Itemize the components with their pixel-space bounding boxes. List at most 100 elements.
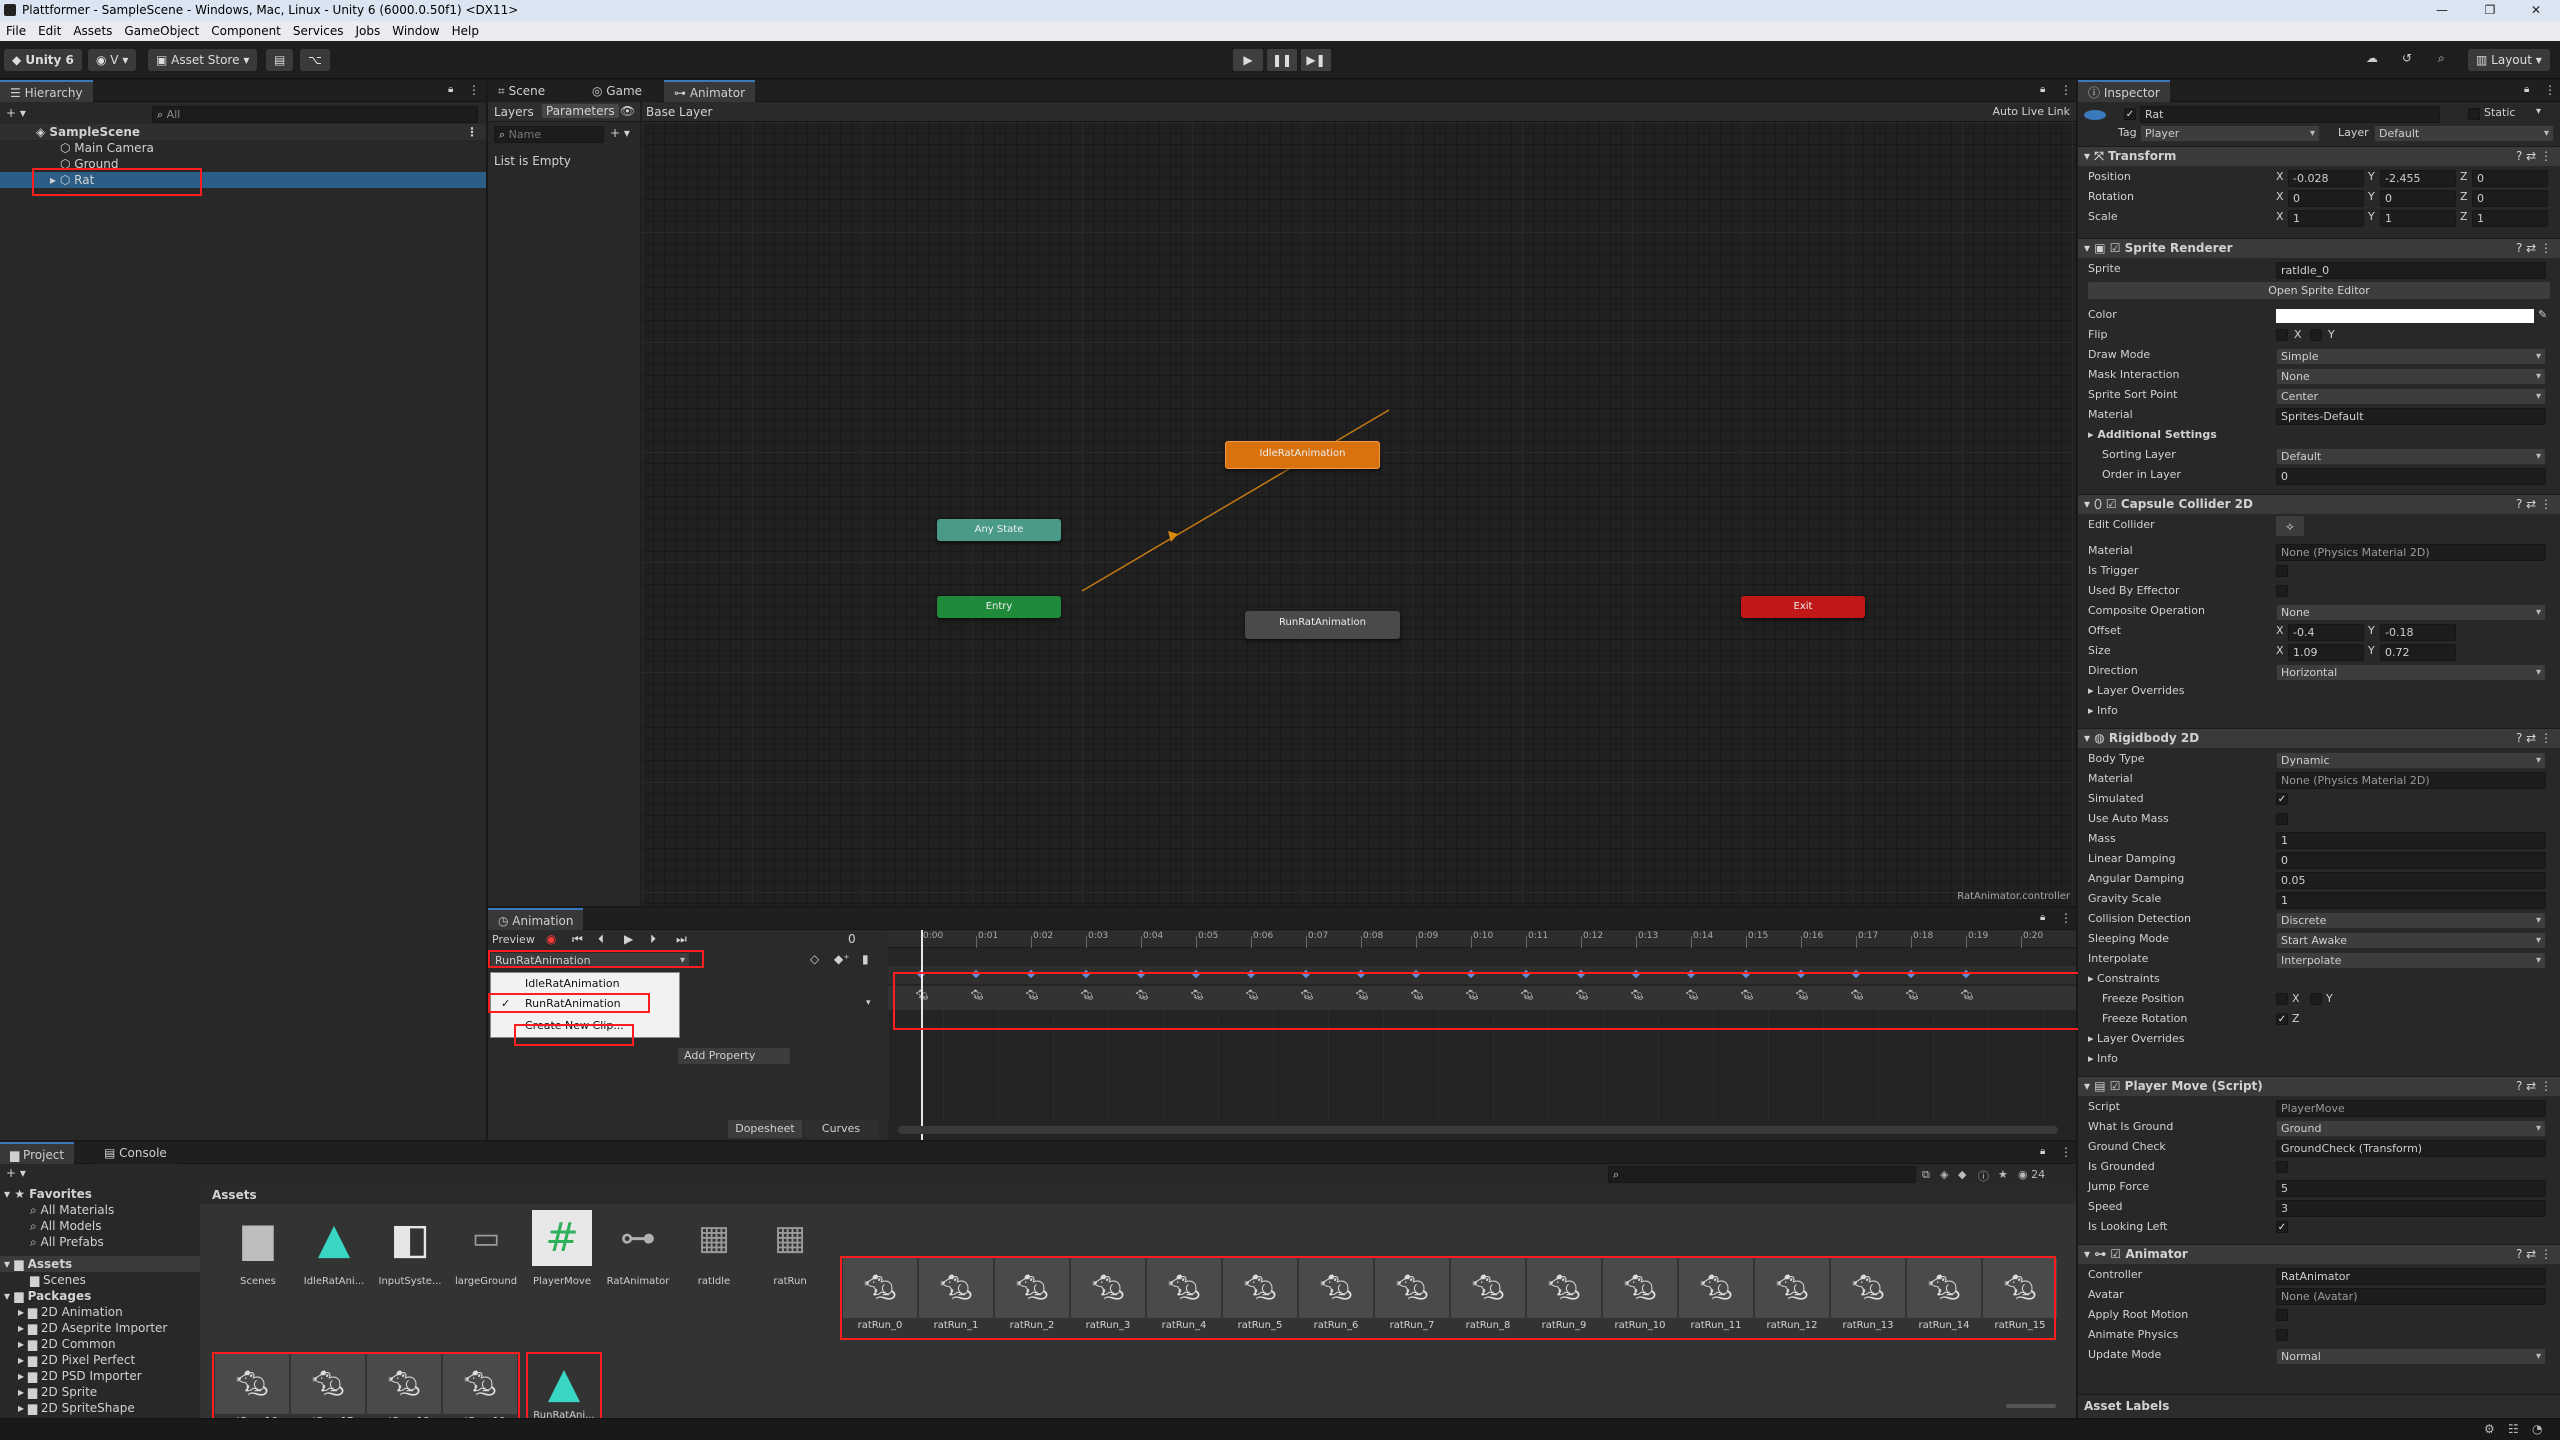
vector-field[interactable]: -0.4 [2288,624,2364,641]
component-menu-icon[interactable]: ? ⇄ ⋮ [2516,495,2552,514]
property-field[interactable]: Simple [2276,348,2546,365]
property-field[interactable]: Ground [2276,1120,2546,1137]
lock-icon[interactable]: 🔒︎ [448,84,453,95]
asset-item[interactable]: ◧ InputSyste... [374,1210,446,1288]
timeline[interactable]: 0:00 0:01 0:02 0:03 0:04 0:05 0:06 0:07 0:08 0:09… [888,930,2076,1140]
vector-field[interactable]: 0 [2380,190,2456,207]
vector-field[interactable]: -2.455 [2380,170,2456,187]
property-checkbox[interactable] [2276,1329,2288,1341]
state-entry[interactable]: Entry [937,596,1061,618]
add-event-icon[interactable]: ◆⁺ [834,952,850,966]
vector-field[interactable]: -0.18 [2380,624,2456,641]
lock-icon[interactable]: 🔒︎ [2524,84,2529,95]
menu-window[interactable]: Window [386,21,445,41]
property-field[interactable]: Sprites-Default [2276,408,2546,425]
property-field[interactable]: 5 [2276,1180,2546,1197]
property-field[interactable]: Discrete [2276,912,2546,929]
favorites-header[interactable]: ▾ ★ Favorites [0,1186,200,1202]
foldout-row[interactable]: ▸ Additional Settings [2088,428,2217,441]
enabled-checkbox[interactable]: ☑ [2106,497,2121,511]
flip-x-checkbox[interactable] [2276,329,2288,341]
icon-size-slider[interactable] [2006,1404,2056,1408]
more-icon[interactable]: ⋮ [2544,83,2556,97]
property-field[interactable]: ratIdle_0 [2276,262,2546,279]
tab-curves[interactable]: Curves [804,1120,878,1138]
entry-to-idle-transition[interactable] [1081,409,1390,592]
package-item[interactable]: ▸ ▆ 2D Animation [0,1304,200,1320]
unity-account-button[interactable]: ◆ Unity 6 [4,49,82,71]
property-field[interactable]: 1 [2276,892,2546,909]
play-icon[interactable]: ▶ [624,932,633,946]
property-field[interactable]: 0 [2276,468,2546,485]
tab-animation[interactable]: ◷ Animation [488,908,584,930]
event-icon[interactable]: ▮ [862,952,869,966]
object-name-field[interactable]: Rat [2140,106,2440,123]
add-parameter-button[interactable]: + ▾ [610,126,630,140]
tab-animator[interactable]: ⊶ Animator [664,80,755,102]
static-checkbox[interactable] [2468,108,2480,120]
edit-collider-button[interactable]: ⟡ [2276,516,2304,536]
property-field[interactable]: 1 [2276,832,2546,849]
history-icon[interactable]: ↺ [2402,51,2412,65]
preview-toggle[interactable]: Preview [492,933,535,946]
flip-y-checkbox[interactable] [2310,329,2322,341]
lock-icon[interactable]: 🔒︎ [2040,84,2045,95]
component-menu-icon[interactable]: ? ⇄ ⋮ [2516,147,2552,166]
tab-dopesheet[interactable]: Dopesheet [728,1120,802,1138]
favorite-item[interactable]: ⌕ All Models [0,1218,200,1234]
package-item[interactable]: ▸ ▆ 2D SpriteShape [0,1400,200,1416]
cloud-storage-button[interactable]: ▤ [266,49,294,71]
account-button[interactable]: ◉ V ▾ [88,49,137,71]
vector-field[interactable]: 1 [2288,210,2364,227]
property-field[interactable]: None (Avatar) [2276,1288,2546,1305]
open-sprite-editor-button[interactable]: Open Sprite Editor [2088,282,2550,299]
more-icon[interactable]: ⋮ [468,83,480,97]
package-item[interactable]: ▸ ▆ 2D Sprite [0,1384,200,1400]
property-field[interactable]: GroundCheck (Transform) [2276,1140,2546,1157]
filter-label-icon[interactable]: ◈ [1940,1168,1948,1181]
scene-menu-icon[interactable]: ⋮ [466,124,478,140]
property-field[interactable]: 0 [2276,852,2546,869]
foldout-row[interactable]: ▸ Layer Overrides [2088,1032,2185,1045]
tab-hierarchy[interactable]: ☰ Hierarchy [0,80,93,102]
lock-icon[interactable]: 🔒︎ [2040,1146,2045,1157]
asset-item[interactable]: ▦ ratRun [754,1210,826,1287]
asset-store-button[interactable]: ▣ Asset Store ▾ [148,49,258,71]
tab-parameters[interactable]: Parameters [542,104,619,118]
menu-assets[interactable]: Assets [67,21,118,41]
enabled-checkbox[interactable]: ☑ [2110,1079,2125,1093]
property-field[interactable]: Interpolate [2276,952,2546,969]
tab-inspector[interactable]: ⓘ Inspector [2078,80,2170,102]
close-icon[interactable]: ✕ [2512,0,2560,21]
hidden-packages-icon[interactable]: ◉ 24 [2018,1168,2045,1181]
property-checkbox[interactable] [2276,585,2288,597]
foldout-icon[interactable]: ▾ [2078,497,2094,511]
component-menu-icon[interactable]: ? ⇄ ⋮ [2516,239,2552,258]
filter-type-icon[interactable]: ⧉ [1922,1168,1930,1182]
collapse-icon[interactable]: ▾ [866,998,871,1008]
vector-field[interactable]: 1.09 [2288,644,2364,661]
asset-item[interactable]: ▭ largeGround [450,1210,522,1288]
package-item[interactable]: ▸ ▆ 2D PSD Importer [0,1368,200,1384]
foldout-icon[interactable]: ▾ [2078,1079,2094,1093]
menu-jobs[interactable]: Jobs [350,21,387,41]
layout-dropdown[interactable]: ▥ Layout ▾ [2468,49,2550,71]
looking-left-checkbox[interactable]: ✓ [2276,1221,2288,1233]
info-icon[interactable]: ⓘ [1978,1168,1989,1184]
property-field[interactable]: Start Awake [2276,932,2546,949]
vector-field[interactable]: 0 [2472,170,2548,187]
property-checkbox[interactable] [2276,813,2288,825]
foldout-icon[interactable]: ▾ [2078,1247,2094,1261]
tab-project[interactable]: ▆ Project [0,1142,75,1164]
asset-labels-bar[interactable]: Asset Labels [2078,1394,2560,1418]
property-checkbox[interactable] [2276,1161,2288,1173]
menu-component[interactable]: Component [205,21,287,41]
property-checkbox[interactable]: ✓ [2276,793,2288,805]
component-header[interactable]: ▾ ⊶ ☑ Animator ? ⇄ ⋮ [2078,1244,2560,1264]
project-search-input[interactable]: ⌕ [1608,1166,1916,1183]
state-run[interactable]: RunRatAnimation [1245,611,1400,639]
last-key-icon[interactable]: ⏭ [676,932,687,947]
property-field[interactable]: None [2276,368,2546,385]
add-button[interactable]: + ▾ [6,106,26,120]
property-field[interactable]: 3 [2276,1200,2546,1217]
